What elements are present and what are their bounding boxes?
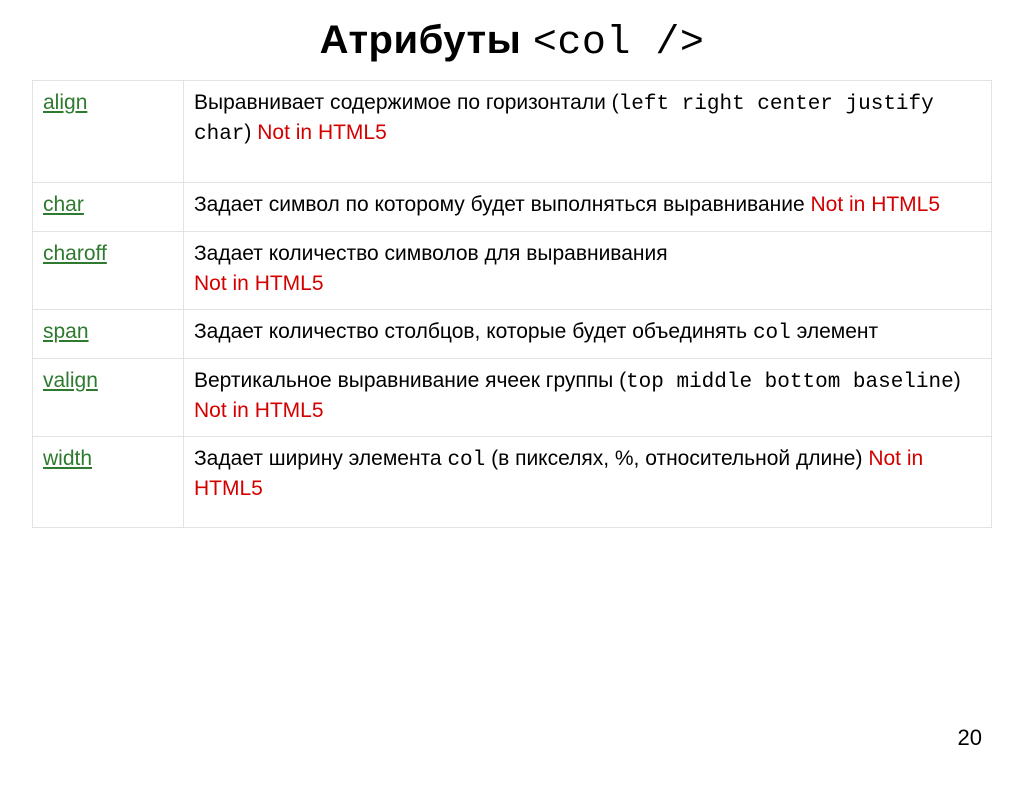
desc-code: col [447, 449, 485, 472]
attr-desc: Задает ширину элемента col (в пикселях, … [184, 436, 992, 528]
slide: Атрибуты <col /> align Выравнивает содер… [0, 18, 1024, 785]
attr-desc: Вертикальное выравнивание ячеек группы (… [184, 359, 992, 437]
attr-link-align[interactable]: align [43, 91, 87, 114]
desc-code: top middle bottom baseline [626, 371, 954, 394]
desc-text-post: (в пикселях, %, относительной длине) [485, 447, 868, 470]
table-row: valign Вертикальное выравнивание ячеек г… [33, 359, 992, 437]
attr-desc: Выравнивает содержимое по горизонтали (l… [184, 81, 992, 183]
table-row: char Задает символ по которому будет вып… [33, 182, 992, 231]
desc-code: col [753, 322, 791, 345]
attr-link-span[interactable]: span [43, 320, 89, 343]
desc-text: Задает количество столбцов, которые буде… [194, 320, 753, 343]
desc-text: Вертикальное выравнивание ячеек группы ( [194, 369, 626, 392]
desc-text: Задает ширину элемента [194, 447, 447, 470]
table-row: width Задает ширину элемента col (в пикс… [33, 436, 992, 528]
title-text: Атрибуты [320, 18, 522, 62]
desc-text-post: ) [954, 369, 961, 392]
desc-warning: Not in HTML5 [257, 121, 387, 144]
desc-warning: Not in HTML5 [811, 193, 941, 216]
desc-text-post: ) [244, 121, 257, 144]
title-code: <col /> [533, 21, 705, 66]
attr-desc: Задает количество столбцов, которые буде… [184, 309, 992, 358]
slide-title: Атрибуты <col /> [0, 18, 1024, 66]
attr-link-width[interactable]: width [43, 447, 92, 470]
attr-link-valign[interactable]: valign [43, 369, 98, 392]
attr-desc: Задает количество символов для выравнива… [184, 232, 992, 310]
page-number: 20 [958, 725, 982, 751]
attr-link-charoff[interactable]: charoff [43, 242, 107, 265]
attr-desc: Задает символ по которому будет выполнят… [184, 182, 992, 231]
desc-text-post: элемент [791, 320, 878, 343]
table-row: span Задает количество столбцов, которые… [33, 309, 992, 358]
attributes-table: align Выравнивает содержимое по горизонт… [32, 80, 992, 528]
desc-text: Задает символ по которому будет выполнят… [194, 193, 811, 216]
table-row: charoff Задает количество символов для в… [33, 232, 992, 310]
desc-warning: Not in HTML5 [194, 399, 324, 422]
table-row: align Выравнивает содержимое по горизонт… [33, 81, 992, 183]
attr-link-char[interactable]: char [43, 193, 84, 216]
desc-warning: Not in HTML5 [194, 272, 324, 295]
desc-text: Задает количество символов для выравнива… [194, 242, 668, 265]
desc-text: Выравнивает содержимое по горизонтали ( [194, 91, 619, 114]
